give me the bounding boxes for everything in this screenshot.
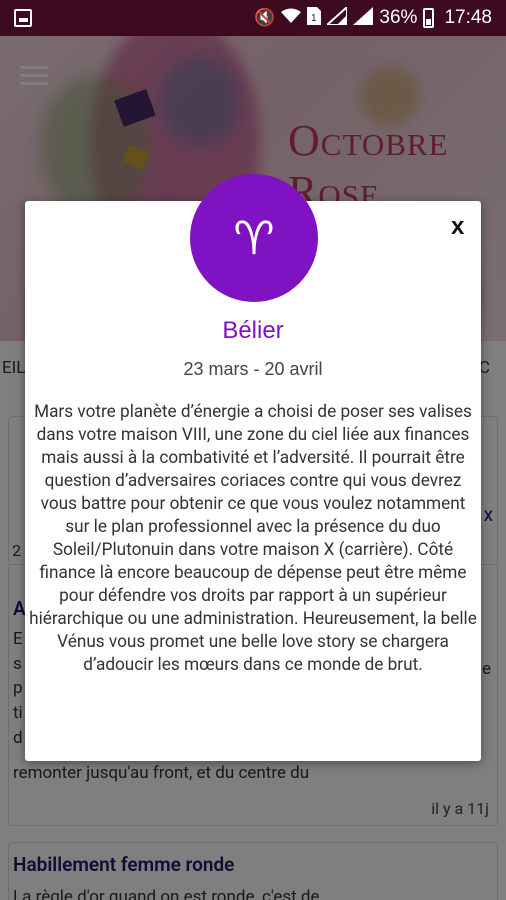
close-button[interactable]: x: [451, 213, 464, 241]
horoscope-text: Mars votre planète d’énergie a choisi de…: [29, 402, 477, 675]
signal-icon: [324, 4, 349, 30]
battery-percent: 36%: [379, 7, 418, 28]
status-bar: 🔇 1 36% 17:48: [0, 0, 506, 36]
image-notification-icon: [14, 9, 32, 27]
sign-dates: 23 mars - 20 avril: [183, 359, 323, 379]
sign-name: Bélier: [222, 317, 284, 344]
aries-sign-icon: ♈: [190, 174, 318, 302]
wifi-icon: [281, 8, 302, 29]
status-icons: 🔇 1 36% 17:48: [254, 0, 492, 36]
battery-icon: [423, 8, 435, 28]
signal-icon-2: [353, 6, 374, 30]
mute-icon: 🔇: [254, 8, 276, 27]
clock: 17:48: [444, 7, 492, 28]
svg-text:1: 1: [311, 13, 317, 24]
sim-1-icon: 1: [307, 6, 322, 30]
